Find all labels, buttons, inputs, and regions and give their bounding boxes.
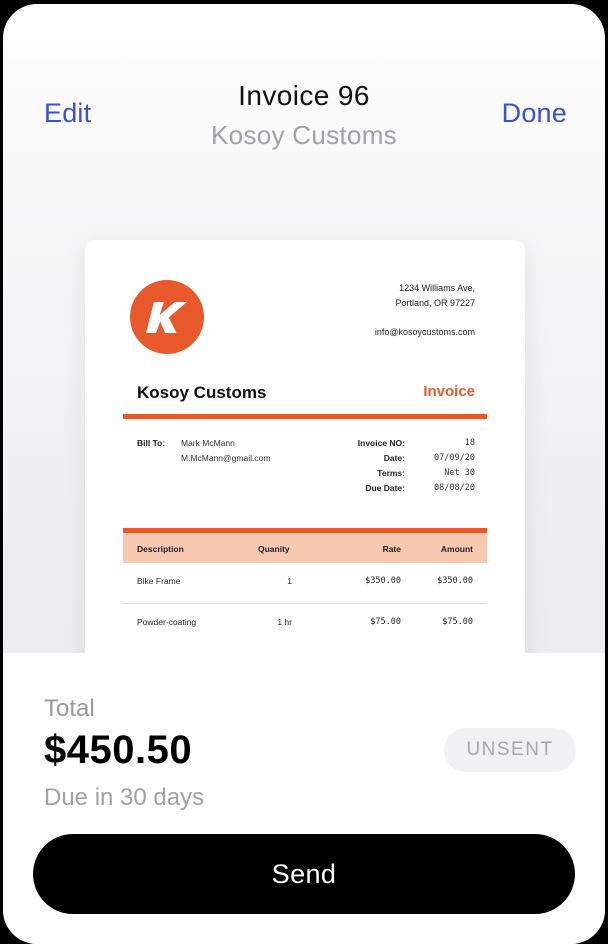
date-value: 07/09/20 (434, 453, 475, 463)
table-row: Bike Frame 1 $350.00 $350.00 (123, 563, 487, 603)
table-row: Powder-coating 1 hr $75.00 $75.00 (123, 603, 487, 644)
item-amount: $75.00 (442, 617, 473, 627)
column-header-quantity: Quanity (258, 544, 290, 554)
bill-to-label: Bill To: (137, 438, 166, 448)
item-rate: $350.00 (365, 576, 401, 586)
item-quantity: 1 (287, 576, 292, 586)
invoice-sheet: Edit Invoice 96 Kosoy Customs Done 1234 … (3, 4, 605, 944)
bill-to-name: Mark McMann (181, 438, 235, 448)
terms-label: Terms: (377, 468, 405, 478)
column-header-amount: Amount (440, 544, 473, 554)
terms-value: Net 30 (444, 468, 475, 478)
line-items-header: Description Quanity Rate Amount (123, 528, 487, 563)
due-text: Due in 30 days (44, 784, 205, 811)
item-description: Bike Frame (137, 576, 181, 586)
status-badge: UNSENT (444, 728, 576, 772)
invoice-number-label: Invoice NO: (357, 438, 405, 448)
column-header-description: Description (137, 544, 184, 554)
summary-panel: Total $450.50 Due in 30 days UNSENT Send (3, 653, 605, 944)
column-header-rate: Rate (382, 544, 401, 554)
send-button[interactable]: Send (33, 834, 575, 914)
item-amount: $350.00 (437, 576, 473, 586)
header-divider (123, 414, 487, 419)
item-quantity: 1 hr (277, 617, 292, 627)
company-address-line1: 1234 Williams Ave, (399, 283, 475, 293)
total-label: Total (44, 695, 95, 722)
item-rate: $75.00 (370, 617, 401, 627)
due-date-label: Due Date: (365, 483, 405, 493)
invoice-number-value: 18 (464, 438, 475, 448)
bill-to-email: M.McMann@gmail.com (181, 453, 271, 463)
company-name: Kosoy Customs (137, 383, 267, 402)
company-email: info@kosoycustoms.com (374, 327, 475, 337)
company-address-line2: Portland, OR 97227 (395, 298, 475, 308)
total-amount: $450.50 (44, 728, 193, 772)
date-label: Date: (383, 453, 405, 463)
done-button[interactable]: Done (502, 98, 567, 129)
k-logo-icon (130, 280, 204, 354)
item-description: Powder-coating (137, 617, 197, 627)
document-type: Invoice (423, 383, 475, 400)
invoice-preview[interactable]: 1234 Williams Ave, Portland, OR 97227 in… (85, 240, 525, 700)
due-date-value: 08/08/20 (434, 483, 475, 493)
